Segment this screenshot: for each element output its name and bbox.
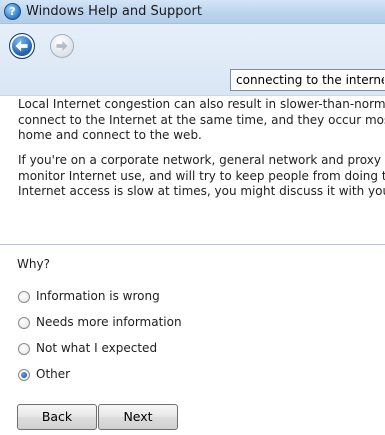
article-line: monitor Internet use, and will try to ke… — [18, 168, 385, 183]
back-arrow-glyph — [15, 40, 28, 52]
forward-arrow-glyph — [56, 40, 68, 52]
article-paragraph-corporate-network: If you're on a corporate network, genera… — [18, 153, 385, 200]
option-label: Information is wrong — [36, 289, 160, 303]
help-globe-icon: ? — [4, 3, 21, 20]
forward-arrow-icon[interactable] — [50, 34, 74, 58]
window-title: Windows Help and Support — [26, 4, 202, 19]
feedback-question: Why? — [17, 257, 50, 271]
article-paragraph-congestion: Local Internet congestion can also resul… — [18, 97, 385, 144]
radio-button[interactable] — [18, 317, 30, 329]
article-line: Internet access is slow at times, you mi… — [18, 184, 385, 198]
back-arrow-icon[interactable] — [9, 33, 35, 59]
article-line: home and connect to the web. — [18, 128, 202, 142]
article-line: connect to the Internet at the same time… — [18, 112, 385, 127]
article-line: Local Internet congestion can also resul… — [18, 97, 385, 111]
help-article-content: Local Internet congestion can also resul… — [0, 96, 385, 435]
option-label: Not what I expected — [36, 341, 158, 355]
option-label: Needs more information — [36, 315, 182, 329]
section-divider — [0, 244, 385, 245]
title-bar: ? Windows Help and Support — [0, 0, 385, 24]
radio-button[interactable] — [18, 291, 30, 303]
next-button[interactable]: Next — [98, 404, 178, 430]
search-input[interactable] — [230, 69, 385, 91]
radio-button-selected[interactable] — [18, 369, 30, 381]
back-button[interactable]: Back — [17, 404, 97, 430]
option-label: Other — [36, 367, 71, 381]
radio-button[interactable] — [18, 343, 30, 355]
article-line: If you're on a corporate network, genera… — [18, 153, 385, 167]
toolbar — [0, 24, 385, 96]
